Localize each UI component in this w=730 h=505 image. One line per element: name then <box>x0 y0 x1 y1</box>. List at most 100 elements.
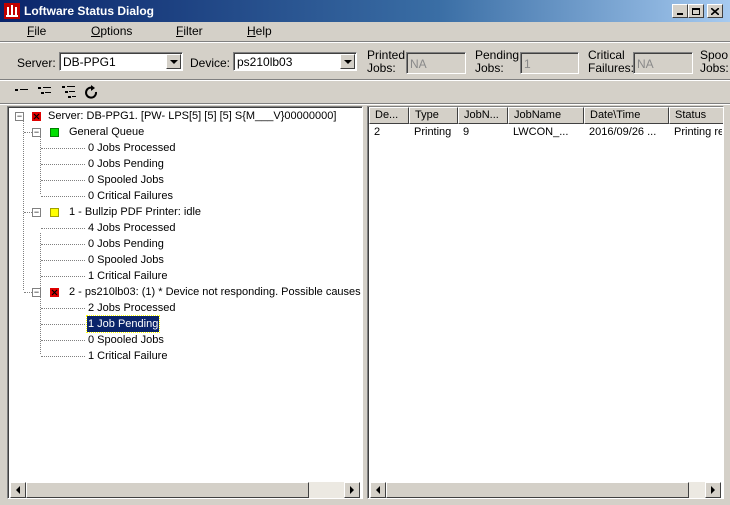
tree-connector-line <box>41 308 85 309</box>
critical-failures-field: NA <box>633 52 693 74</box>
server-select[interactable]: DB-PPG1 <box>59 52 183 71</box>
tree-connector-line <box>23 120 24 290</box>
scroll-right-button[interactable] <box>705 482 721 498</box>
tree-item-server[interactable]: Server: DB-PPG1. [PW- LPS[5] [5] [5] S{M… <box>48 108 336 124</box>
tree-item-general-jobs-pending[interactable]: 0 Jobs Pending <box>88 156 164 172</box>
pending-jobs-field: 1 <box>520 52 579 74</box>
job-cell-job-number[interactable]: 9 <box>463 126 507 138</box>
scrollbar-thumb[interactable] <box>386 482 689 498</box>
printed-jobs-label: Printed Jobs: <box>367 49 405 75</box>
collapse-all-icon[interactable] <box>14 85 30 101</box>
tree-connector-line <box>41 260 85 261</box>
ps210lb03-collapse-toggle[interactable]: − <box>32 288 41 297</box>
joblist-horizontal-scrollbar[interactable] <box>370 482 721 498</box>
server-status-error-icon <box>32 112 41 121</box>
spooled-jobs-label: Spoo Jobs: <box>700 49 730 75</box>
server-dropdown-button[interactable] <box>166 54 181 69</box>
toolbar-separator-2 <box>0 103 730 105</box>
menu-options[interactable]: Options <box>91 24 132 38</box>
status-tree-panel[interactable]: − Server: DB-PPG1. [PW- LPS[5] [5] [5] S… <box>7 106 363 499</box>
general-queue-status-icon <box>50 128 59 137</box>
pending-jobs-value: 1 <box>524 57 531 71</box>
arrow-right-icon <box>350 486 354 494</box>
tree-connector-line <box>41 180 85 181</box>
menu-file[interactable]: File <box>27 24 46 38</box>
tree-item-ps210lb03-jobs-processed[interactable]: 2 Jobs Processed <box>88 300 175 316</box>
tree-connector-line <box>41 276 85 277</box>
column-header-device[interactable]: De... <box>369 107 409 124</box>
scroll-left-button[interactable] <box>370 482 386 498</box>
server-select-value: DB-PPG1 <box>63 55 116 69</box>
menu-help[interactable]: Help <box>247 24 272 38</box>
device-dropdown-button[interactable] <box>340 54 355 69</box>
tree-item-general-critical-failures[interactable]: 0 Critical Failures <box>88 188 173 204</box>
tree-connector-line <box>41 324 85 325</box>
expand-all-icon[interactable] <box>61 85 77 101</box>
tree-connector-line <box>40 137 41 194</box>
tree-item-general-spooled-jobs[interactable]: 0 Spooled Jobs <box>88 172 164 188</box>
printed-jobs-value: NA <box>410 57 427 71</box>
tree-connector-line <box>24 132 32 133</box>
tree-item-ps210lb03[interactable]: 2 - ps210lb03: (1) * Device not respondi… <box>69 284 362 300</box>
column-header-job-number[interactable]: JobN... <box>458 107 508 124</box>
arrow-right-icon <box>711 486 715 494</box>
tree-connector-line <box>40 233 41 290</box>
tree-horizontal-scrollbar[interactable] <box>10 482 360 498</box>
tree-item-bullzip-spooled-jobs[interactable]: 0 Spooled Jobs <box>88 252 164 268</box>
job-cell-status[interactable]: Printing re <box>674 126 722 138</box>
ps210lb03-status-error-icon <box>50 288 59 297</box>
close-button[interactable] <box>707 4 723 18</box>
tree-item-ps210lb03-job-pending-selected[interactable]: 1 Job Pending <box>85 315 161 333</box>
tree-connector-line <box>41 196 85 197</box>
bullzip-status-icon <box>50 208 59 217</box>
column-header-type[interactable]: Type <box>409 107 458 124</box>
arrow-left-icon <box>376 486 380 494</box>
server-collapse-toggle[interactable]: − <box>15 112 24 121</box>
tree-connector-line <box>24 292 32 293</box>
refresh-icon[interactable] <box>84 85 100 101</box>
minimize-button[interactable] <box>672 4 688 18</box>
column-header-date-time[interactable]: Date\Time <box>584 107 669 124</box>
device-select[interactable]: ps210lb03 <box>233 52 357 71</box>
device-select-value: ps210lb03 <box>237 55 293 69</box>
chevron-down-icon <box>169 59 178 64</box>
menu-filter[interactable]: Filter <box>176 24 203 38</box>
column-header-status[interactable]: Status <box>669 107 723 124</box>
server-label: Server: <box>17 56 56 70</box>
critical-failures-label: Critical Failures: <box>588 49 634 75</box>
loftware-app-icon <box>4 3 20 19</box>
job-cell-job-name[interactable]: LWCON_... <box>513 126 583 138</box>
tree-item-bullzip-critical-failures[interactable]: 1 Critical Failure <box>88 268 167 284</box>
pending-jobs-label: Pending Jobs: <box>475 49 519 75</box>
toolbar-separator <box>0 79 730 81</box>
window-title: Loftware Status Dialog <box>24 4 155 18</box>
tree-item-bullzip-jobs-pending[interactable]: 0 Jobs Pending <box>88 236 164 252</box>
job-list-panel[interactable]: De... Type JobN... JobName Date\Time Sta… <box>367 106 724 499</box>
maximize-icon <box>692 7 700 15</box>
tree-item-general-queue[interactable]: General Queue <box>69 124 144 140</box>
tree-item-ps210lb03-spooled-jobs[interactable]: 0 Spooled Jobs <box>88 332 164 348</box>
scrollbar-thumb[interactable] <box>26 482 309 498</box>
tree-connector-line <box>24 212 32 213</box>
panel-splitter[interactable] <box>363 106 367 499</box>
tree-item-bullzip-printer[interactable]: 1 - Bullzip PDF Printer: idle <box>69 204 201 220</box>
tree-connector-line <box>41 228 85 229</box>
column-header-job-name[interactable]: JobName <box>508 107 584 124</box>
expand-one-level-icon[interactable] <box>37 85 53 101</box>
tree-connector-line <box>41 244 85 245</box>
tree-connector-line <box>41 356 85 357</box>
tree-item-ps210lb03-critical-failures[interactable]: 1 Critical Failure <box>88 348 167 364</box>
general-queue-collapse-toggle[interactable]: − <box>32 128 41 137</box>
minimize-icon <box>677 13 683 15</box>
scroll-right-button[interactable] <box>344 482 360 498</box>
bullzip-collapse-toggle[interactable]: − <box>32 208 41 217</box>
job-cell-device[interactable]: 2 <box>374 126 408 138</box>
menu-separator <box>0 41 730 43</box>
maximize-button[interactable] <box>688 4 704 18</box>
tree-item-bullzip-jobs-processed[interactable]: 4 Jobs Processed <box>88 220 175 236</box>
tree-item-general-jobs-processed[interactable]: 0 Jobs Processed <box>88 140 175 156</box>
job-cell-type[interactable]: Printing <box>414 126 458 138</box>
pending-jobs-label-line2: Jobs: <box>475 61 504 75</box>
job-cell-date-time[interactable]: 2016/09/26 ... <box>589 126 669 138</box>
scroll-left-button[interactable] <box>10 482 26 498</box>
